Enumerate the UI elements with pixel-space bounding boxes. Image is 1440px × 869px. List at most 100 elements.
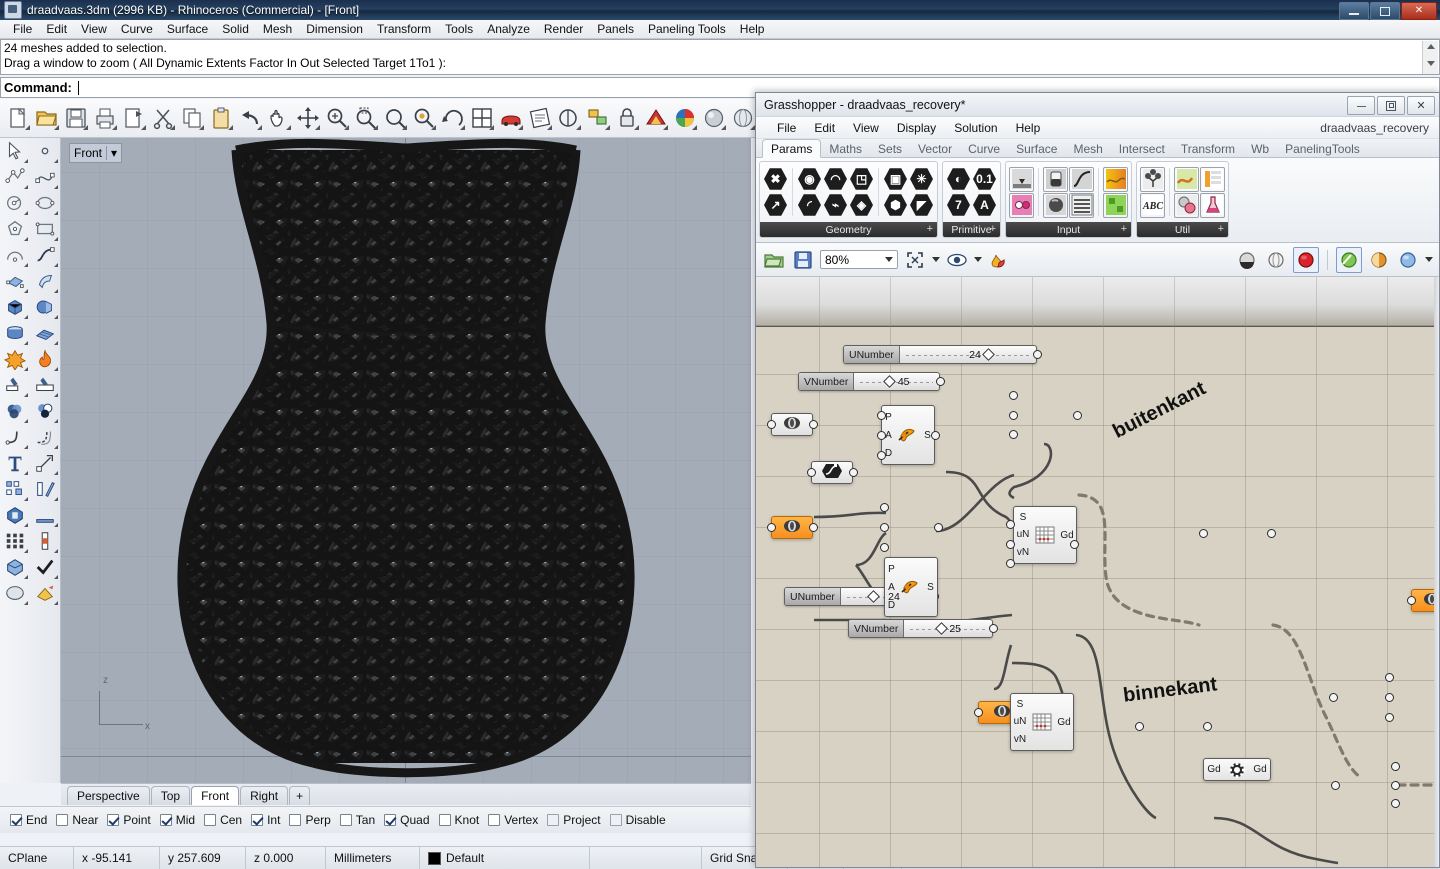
copy-icon[interactable]	[179, 105, 205, 131]
gradient-util-icon[interactable]	[1174, 167, 1199, 192]
sketch-mode-icon[interactable]	[1396, 248, 1420, 272]
osnap-int[interactable]: Int	[251, 813, 280, 827]
slider-knob[interactable]	[982, 348, 995, 361]
display-color-icon[interactable]	[643, 105, 669, 131]
osnap-cen[interactable]: Cen	[204, 813, 242, 827]
boolean-explode-icon[interactable]	[0, 346, 30, 372]
osnap-checkbox-project[interactable]	[547, 814, 559, 826]
pan-icon[interactable]	[266, 105, 292, 131]
paneling-icon[interactable]	[30, 528, 60, 554]
planar-surface-icon[interactable]	[30, 320, 60, 346]
gh-close-button[interactable]: ✕	[1407, 96, 1435, 115]
jitter-icon[interactable]	[1200, 167, 1225, 192]
colour-swatch-icon[interactable]	[1009, 193, 1034, 218]
output-port-c[interactable]	[1385, 693, 1394, 702]
print-icon[interactable]	[92, 105, 118, 131]
viewport-tab-front[interactable]: Front	[191, 786, 239, 805]
sphere-icon[interactable]	[30, 294, 60, 320]
status-layer[interactable]: Default	[420, 847, 590, 869]
zoom-selected-icon[interactable]	[353, 105, 379, 131]
chevron-down-icon[interactable]	[885, 257, 893, 262]
preview-off-icon[interactable]	[1235, 248, 1259, 272]
color-wheel-icon[interactable]	[672, 105, 698, 131]
slider-track[interactable]: 45	[854, 373, 939, 390]
gh-component-n5[interactable]: GdGd	[1203, 758, 1271, 781]
viewport-tab-add[interactable]: +	[289, 786, 310, 805]
osnap-checkbox-cen[interactable]	[204, 814, 216, 826]
paste-icon[interactable]	[208, 105, 234, 131]
param-output-port[interactable]	[809, 523, 818, 532]
number-slider-v1[interactable]: VNumber45	[798, 372, 940, 391]
display-chevron-icon[interactable]	[1425, 257, 1433, 262]
flask-icon[interactable]	[1200, 193, 1225, 218]
slider-output-port[interactable]	[936, 377, 945, 386]
preview-eye-icon[interactable]	[945, 248, 969, 272]
array-icon[interactable]	[0, 476, 30, 502]
preview-chevron-icon[interactable]	[974, 257, 982, 262]
input-port-gd[interactable]	[1331, 781, 1340, 790]
gh-tab-transform[interactable]: Transform	[1173, 140, 1243, 157]
render-material-icon[interactable]	[30, 580, 60, 606]
extract-icon[interactable]	[30, 502, 60, 528]
slider-track[interactable]: 25	[904, 620, 992, 637]
zoom-extents-icon[interactable]	[382, 105, 408, 131]
polygon-icon[interactable]	[0, 216, 30, 242]
trim-icon[interactable]	[0, 372, 30, 398]
rhino-viewport[interactable]: z x Front ▾	[61, 138, 751, 783]
status-units[interactable]: Millimeters	[326, 847, 420, 869]
slider-knob[interactable]	[935, 622, 948, 635]
output-port-s[interactable]	[934, 523, 943, 532]
input-port-d[interactable]	[877, 451, 886, 460]
viewport-tab-top[interactable]: Top	[151, 786, 190, 805]
param-input-port[interactable]	[1407, 596, 1416, 605]
slider-output-port[interactable]	[989, 624, 998, 633]
bake-icon[interactable]	[987, 248, 1011, 272]
circle-icon[interactable]	[0, 190, 30, 216]
input-port-d[interactable]	[880, 543, 889, 552]
viewport-tab-right[interactable]: Right	[240, 786, 288, 805]
gh-tab-sets[interactable]: Sets	[870, 140, 910, 157]
osnap-point[interactable]: Point	[107, 813, 150, 827]
block-icon[interactable]	[0, 554, 30, 580]
gh-menu-help[interactable]: Help	[1007, 119, 1050, 137]
button-icon[interactable]	[1043, 193, 1068, 218]
rhino-menu-analyze[interactable]: Analyze	[480, 20, 537, 38]
geometry-param-icon[interactable]: ✖	[763, 167, 788, 192]
viewport-tab-perspective[interactable]: Perspective	[67, 786, 150, 805]
slider-track[interactable]: 24	[900, 346, 1036, 363]
undo-icon[interactable]	[237, 105, 263, 131]
osnap-quad[interactable]: Quad	[384, 813, 429, 827]
export-icon[interactable]	[121, 105, 147, 131]
mesh-icon[interactable]	[0, 580, 30, 606]
rectangle-icon[interactable]	[30, 216, 60, 242]
boolean-toggle-icon[interactable]	[1043, 167, 1068, 192]
rhino-menu-render[interactable]: Render	[537, 20, 590, 38]
param-input-port[interactable]	[807, 468, 816, 477]
slider-knob[interactable]	[883, 375, 896, 388]
rhino-menu-panels[interactable]: Panels	[590, 20, 641, 38]
brep-param-icon[interactable]: ◈	[849, 193, 874, 218]
rhino-menu-dimension[interactable]: Dimension	[299, 20, 370, 38]
new-file-icon[interactable]	[5, 105, 31, 131]
mesh-colour-icon[interactable]	[1103, 193, 1128, 218]
curve-blend-icon[interactable]	[30, 242, 60, 268]
param-input-port[interactable]	[767, 523, 776, 532]
gh-tab-mesh[interactable]: Mesh	[1065, 140, 1110, 157]
rhino-restore-button[interactable]	[1370, 2, 1400, 20]
circle-param-icon[interactable]: ◉	[797, 167, 822, 192]
gh-menu-display[interactable]: Display	[888, 119, 945, 137]
arc-icon[interactable]	[0, 242, 30, 268]
arc-param-icon[interactable]: ◜	[797, 193, 822, 218]
select-arrow-icon[interactable]	[0, 138, 30, 164]
osnap-checkbox-vertex[interactable]	[488, 814, 500, 826]
split-icon[interactable]	[30, 372, 60, 398]
param-output-port[interactable]	[809, 420, 818, 429]
boolean-union-icon[interactable]	[0, 398, 30, 424]
rhino-menu-file[interactable]: File	[6, 20, 39, 38]
input-port-vn[interactable]	[1009, 430, 1018, 439]
gh-canvas[interactable]: UNumber24VNumber45UNumber24VNumber25PADS…	[756, 277, 1439, 867]
input-port-vn[interactable]	[1006, 559, 1015, 568]
output-port-m[interactable]	[1385, 713, 1394, 722]
point-icon[interactable]	[30, 138, 60, 164]
preview-wireframe-icon[interactable]	[1264, 248, 1288, 272]
